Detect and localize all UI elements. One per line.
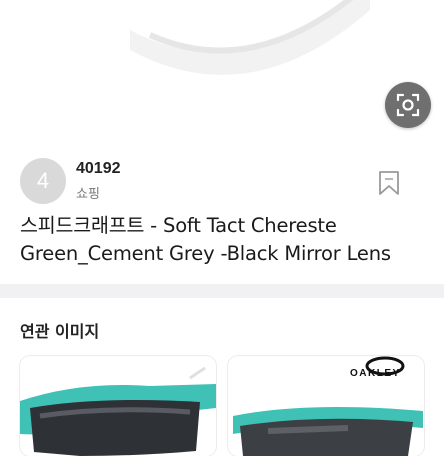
- image-search-button[interactable]: [385, 82, 431, 128]
- sunglasses-image: [130, 0, 370, 75]
- related-images-heading: 연관 이미지: [20, 322, 100, 341]
- related-image-card[interactable]: OAKLEY: [228, 356, 424, 456]
- section-divider: [0, 284, 444, 298]
- source-category: 쇼핑: [76, 187, 100, 202]
- source-name[interactable]: 40192: [76, 160, 121, 178]
- image-search-icon: [396, 93, 420, 117]
- brand-logo: OAKLEY: [350, 368, 401, 379]
- bookmark-icon[interactable]: [377, 170, 401, 196]
- source-avatar: 4: [20, 158, 66, 204]
- image-title[interactable]: 스피드크래프트 - Soft Tact Chereste Green_Cemen…: [20, 212, 424, 268]
- related-image-card[interactable]: [20, 356, 216, 456]
- related-image-1: [20, 366, 216, 456]
- main-image[interactable]: [0, 0, 444, 142]
